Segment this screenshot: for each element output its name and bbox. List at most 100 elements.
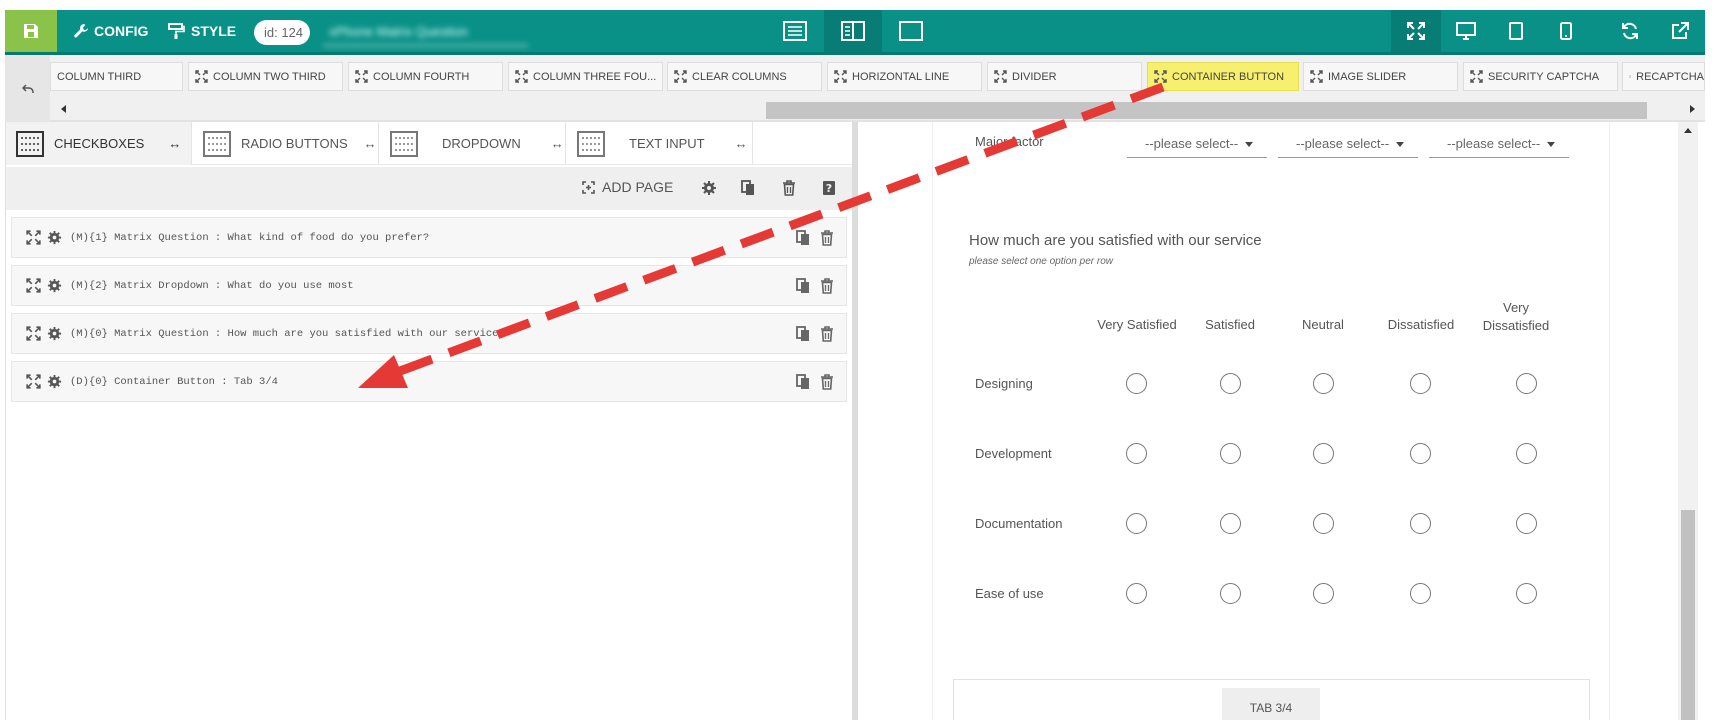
copy-icon[interactable] — [796, 278, 810, 294]
palette-item-column-three-fourth[interactable]: COLUMN THREE FOU... — [508, 62, 663, 91]
dropdown-element-icon — [390, 130, 418, 157]
scroll-up-icon[interactable] — [1683, 126, 1693, 136]
drag-handle-icon[interactable] — [26, 374, 41, 389]
trash-icon[interactable] — [820, 278, 834, 294]
matrix-radio[interactable] — [1126, 583, 1147, 604]
matrix-select[interactable]: --please select-- — [1127, 130, 1267, 158]
matrix-radio[interactable] — [1126, 513, 1147, 534]
trash-icon[interactable] — [820, 326, 834, 342]
matrix-radio[interactable] — [1220, 443, 1241, 464]
page-toolbar: ADD PAGE ? — [6, 167, 853, 210]
palette-scrollbar[interactable] — [50, 98, 1705, 120]
desktop-view-button[interactable] — [1441, 10, 1491, 52]
palette-item-clear-columns[interactable]: CLEAR COLUMNS — [667, 62, 822, 91]
field-item[interactable]: (D){0} Container Button : Tab 3/4 — [11, 361, 847, 402]
palette-item-column-third[interactable]: COLUMN THIRD — [50, 62, 183, 91]
help-icon[interactable]: ? — [822, 180, 836, 196]
gear-icon[interactable] — [47, 326, 62, 341]
radio-element-icon — [203, 130, 231, 157]
palette-item-column-two-third[interactable]: COLUMN TWO THIRD — [188, 62, 343, 91]
mobile-view-button[interactable] — [1541, 10, 1591, 52]
matrix-radio[interactable] — [1516, 583, 1537, 604]
fullscreen-button[interactable] — [1391, 10, 1441, 52]
field-item[interactable]: (M){0} Matrix Question : How much are yo… — [11, 313, 847, 354]
matrix-radio[interactable] — [1220, 373, 1241, 394]
add-page-icon — [582, 180, 595, 194]
field-item[interactable]: (M){2} Matrix Dropdown : What do you use… — [11, 265, 847, 306]
matrix-radio[interactable] — [1126, 443, 1147, 464]
element-palette: COLUMN THIRD COLUMN TWO THIRD COLUMN FOU… — [5, 55, 1705, 122]
palette-item-container-button[interactable]: CONTAINER BUTTON — [1147, 62, 1299, 91]
matrix-radio[interactable] — [1313, 373, 1334, 394]
matrix-radio[interactable] — [1220, 583, 1241, 604]
matrix-radio[interactable] — [1516, 443, 1537, 464]
form-structure-panel: CHECKBOXES ↔ RADIO BUTTONS ↔ DROPDOWN ↔ … — [5, 122, 853, 720]
preview-scrollbar[interactable] — [1678, 122, 1698, 720]
scroll-right-icon[interactable] — [1686, 103, 1698, 115]
view-split-button[interactable] — [824, 10, 882, 52]
save-button[interactable] — [5, 10, 57, 52]
trash-icon[interactable] — [820, 374, 834, 390]
matrix-radio[interactable] — [1410, 513, 1431, 534]
copy-icon[interactable] — [796, 230, 810, 246]
copy-icon[interactable] — [796, 374, 810, 390]
trash-icon[interactable] — [820, 230, 834, 246]
matrix-radio[interactable] — [1126, 373, 1147, 394]
matrix-select[interactable]: --please select-- — [1278, 130, 1418, 158]
swap-icon: ↔ — [363, 136, 377, 151]
matrix-radio[interactable] — [1516, 513, 1537, 534]
palette-item-column-fourth[interactable]: COLUMN FOURTH — [348, 62, 503, 91]
gear-icon[interactable] — [701, 180, 717, 196]
view-list-button[interactable] — [766, 10, 824, 52]
container-button-block: TAB 3/4 — [953, 679, 1590, 720]
drag-handle-icon[interactable] — [26, 278, 41, 293]
tab-radio-buttons[interactable]: RADIO BUTTONS ↔ — [193, 122, 379, 165]
palette-item-security-captcha[interactable]: SECURITY CAPTCHA — [1463, 62, 1618, 91]
copy-icon[interactable] — [796, 326, 810, 342]
palette-item-image-slider[interactable]: IMAGE SLIDER — [1303, 62, 1458, 91]
preview-scrollbar-thumb[interactable] — [1681, 510, 1695, 720]
palette-item-divider[interactable]: DIVIDER — [987, 62, 1142, 91]
matrix-radio[interactable] — [1313, 583, 1334, 604]
tab-checkboxes[interactable]: CHECKBOXES ↔ — [6, 122, 192, 165]
matrix-radio[interactable] — [1313, 513, 1334, 534]
trash-icon[interactable] — [782, 180, 796, 196]
config-button[interactable]: CONFIG — [73, 10, 148, 52]
matrix-radio[interactable] — [1516, 373, 1537, 394]
matrix-radio[interactable] — [1220, 513, 1241, 534]
checkbox-element-icon — [16, 130, 44, 157]
matrix-radio[interactable] — [1410, 443, 1431, 464]
drag-handle-icon[interactable] — [26, 326, 41, 341]
expand-icon — [834, 70, 847, 83]
copy-icon[interactable] — [741, 180, 755, 196]
drag-handle-icon[interactable] — [26, 230, 41, 245]
gear-icon[interactable] — [47, 278, 62, 293]
matrix-row-label: Designing — [975, 376, 1033, 391]
open-external-button[interactable] — [1655, 10, 1705, 52]
tab-3-4-button[interactable]: TAB 3/4 — [1222, 688, 1320, 720]
expand-icon — [1310, 70, 1323, 83]
matrix-select[interactable]: --please select-- — [1429, 130, 1569, 158]
matrix-radio[interactable] — [1410, 373, 1431, 394]
scroll-left-icon[interactable] — [58, 103, 70, 115]
select-value: --please select-- — [1447, 136, 1541, 151]
matrix-radio[interactable] — [1410, 583, 1431, 604]
add-page-button[interactable]: ADD PAGE — [582, 179, 673, 195]
form-title-input[interactable] — [323, 18, 528, 46]
refresh-button[interactable] — [1605, 10, 1655, 52]
palette-item-horizontal-line[interactable]: HORIZONTAL LINE — [827, 62, 982, 91]
gear-icon[interactable] — [47, 374, 62, 389]
view-preview-button[interactable] — [882, 10, 940, 52]
palette-item-label: CONTAINER BUTTON — [1172, 70, 1285, 83]
tablet-view-button[interactable] — [1491, 10, 1541, 52]
tab-text-input[interactable]: TEXT INPUT ↔ — [567, 122, 753, 165]
palette-item-recaptcha[interactable]: RECAPTCHA — [1622, 62, 1705, 91]
tab-dropdown[interactable]: DROPDOWN ↔ — [380, 122, 566, 165]
palette-item-label: DIVIDER — [1012, 70, 1057, 83]
field-item[interactable]: (M){1} Matrix Question : What kind of fo… — [11, 217, 847, 258]
palette-scrollbar-thumb[interactable] — [766, 102, 1647, 119]
matrix-radio[interactable] — [1313, 443, 1334, 464]
style-button[interactable]: STYLE — [168, 10, 236, 52]
gear-icon[interactable] — [47, 230, 62, 245]
palette-back-button[interactable] — [5, 55, 50, 122]
